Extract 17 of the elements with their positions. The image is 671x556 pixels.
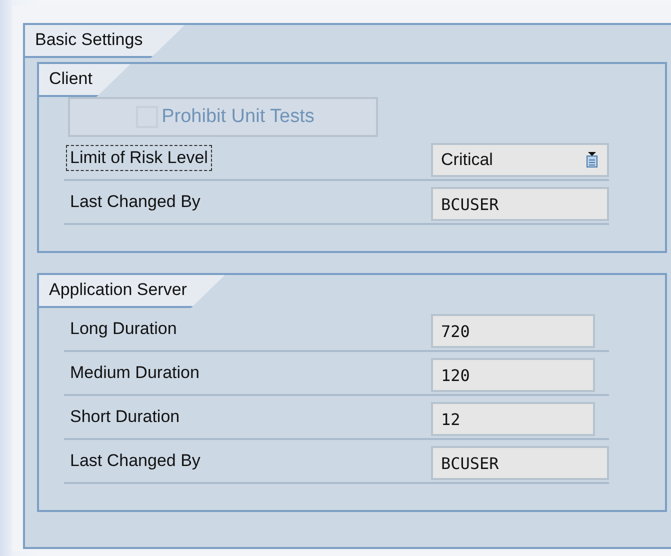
checkbox-label: Prohibit Unit Tests: [162, 106, 314, 128]
dropdown-field[interactable]: Critical: [431, 143, 609, 177]
input-field[interactable]: 720: [431, 314, 595, 348]
field-label: Last Changed By: [69, 192, 202, 212]
input-field[interactable]: BCUSER: [431, 187, 609, 221]
section-title: Client: [39, 64, 130, 97]
input-field[interactable]: 120: [431, 358, 595, 392]
field-label: Long Duration: [69, 319, 178, 339]
dropdown-icon[interactable]: [585, 152, 599, 168]
section-title: Application Server: [39, 275, 225, 308]
input-field[interactable]: BCUSER: [431, 446, 609, 480]
field-label: Medium Duration: [69, 363, 200, 383]
group-title: Basic Settings: [25, 25, 185, 58]
field-label: Limit of Risk Level: [66, 145, 212, 171]
field-label: Short Duration: [69, 407, 181, 427]
field-label: Last Changed By: [69, 451, 202, 471]
input-field[interactable]: 12: [431, 402, 595, 436]
